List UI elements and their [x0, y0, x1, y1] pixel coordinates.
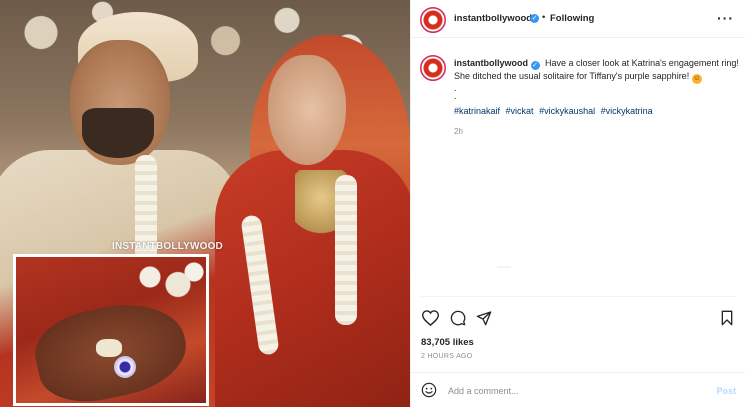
post-image[interactable]: INSTANTBOLLYWOOD	[0, 0, 410, 407]
comment-bar: Post	[411, 372, 745, 407]
garland	[335, 175, 357, 325]
post-header: instantbollywood ✓ • Following ···	[411, 0, 745, 38]
like-count[interactable]: 83,705 likes	[421, 337, 474, 348]
comment-input[interactable]	[448, 382, 678, 400]
hashtag-link[interactable]: #katrinakaif	[454, 106, 500, 116]
post-details-panel: instantbollywood ✓ • Following ··· insta…	[410, 0, 745, 407]
avatar[interactable]	[420, 55, 446, 81]
garland	[126, 257, 206, 307]
caption-username[interactable]: instantbollywood	[454, 58, 528, 68]
header-username[interactable]: instantbollywood	[454, 13, 532, 24]
post-comment-button[interactable]: Post	[716, 386, 736, 396]
groom-beard	[82, 108, 154, 158]
bookmark-icon[interactable]	[717, 308, 737, 328]
divider	[421, 296, 736, 297]
hashtag-link[interactable]: #vickykatrina	[601, 106, 653, 116]
sapphire-ring	[114, 356, 136, 378]
caption-dot: .	[454, 91, 457, 101]
divider	[497, 266, 511, 268]
caption-section: instantbollywood ✓ Have a closer look at…	[411, 38, 745, 300]
heart-icon[interactable]	[420, 308, 440, 328]
hashtag-list: #katrinakaif #vickat #vickykaushal #vick…	[454, 106, 656, 116]
share-icon[interactable]	[474, 308, 494, 328]
bride-face	[268, 55, 346, 165]
ring	[96, 339, 122, 357]
more-options-icon[interactable]: ···	[717, 10, 734, 26]
ring-closeup-inset	[13, 254, 209, 406]
following-button[interactable]: Following	[550, 13, 594, 24]
action-bar	[411, 306, 745, 330]
comment-icon[interactable]	[448, 308, 468, 328]
separator-dot: •	[542, 12, 546, 23]
caption-text: instantbollywood ✓ Have a closer look at…	[454, 57, 739, 84]
image-watermark: INSTANTBOLLYWOOD	[112, 241, 223, 252]
caption-timestamp[interactable]: 2h	[454, 127, 463, 136]
verified-badge-icon: ✓	[530, 14, 539, 23]
smiling-face-emoji-icon: ☺	[691, 74, 702, 84]
hashtag-link[interactable]: #vickat	[506, 106, 534, 116]
post-timestamp[interactable]: 2 HOURS AGO	[421, 353, 473, 360]
emoji-icon[interactable]	[421, 382, 437, 398]
hashtag-link[interactable]: #vickykaushal	[539, 106, 595, 116]
avatar[interactable]	[420, 7, 446, 33]
verified-badge-icon: ✓	[530, 61, 540, 70]
caption-spacer: . .	[454, 84, 457, 101]
